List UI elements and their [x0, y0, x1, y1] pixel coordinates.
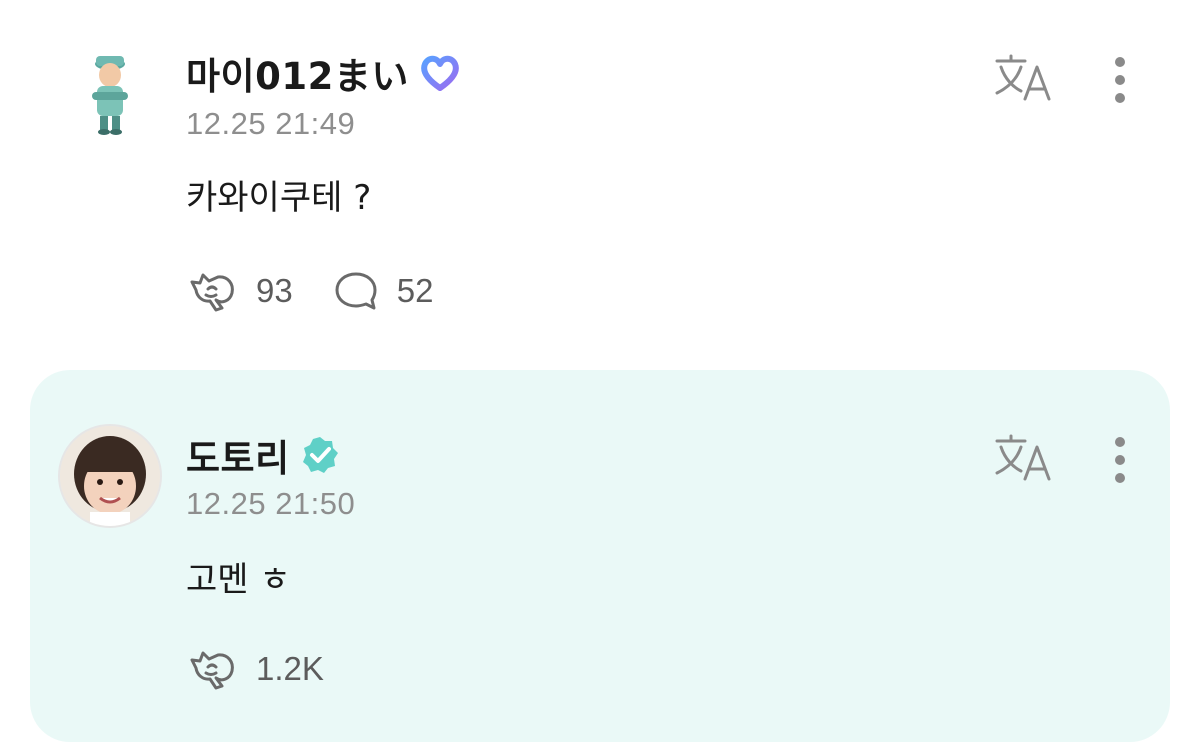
reply-author-name[interactable]: 도토리	[186, 428, 290, 482]
reply-more-button[interactable]	[1104, 434, 1136, 486]
comment-bubble-icon	[335, 272, 377, 310]
post-body: 카와이쿠테 ?	[186, 178, 372, 218]
post-author-name[interactable]: 마이012まい	[186, 46, 409, 100]
reply-reaction-count: 1.2K	[256, 650, 324, 687]
post-comment-button[interactable]: 52	[333, 270, 434, 312]
post-react-button[interactable]: 93	[188, 270, 293, 312]
reaction-hand-icon	[190, 273, 234, 312]
reply-react-button[interactable]: 1.2K	[188, 648, 324, 690]
avatar-character-icon	[92, 56, 128, 135]
reply-stats: 1.2K	[188, 648, 364, 690]
reaction-hand-icon	[190, 651, 234, 690]
more-vertical-icon	[1115, 437, 1125, 483]
post-author-avatar[interactable]	[80, 48, 140, 136]
reply-translate-button[interactable]	[990, 432, 1054, 484]
verified-check-badge-icon	[300, 435, 340, 475]
heart-outline-badge-icon	[419, 53, 461, 93]
post-stats: 93 52	[188, 270, 473, 312]
more-vertical-icon	[1115, 57, 1125, 103]
post-timestamp: 12.25 21:49	[186, 106, 356, 141]
translate-icon	[995, 54, 1051, 101]
post-more-button[interactable]	[1104, 54, 1136, 106]
reply-author-avatar[interactable]	[58, 424, 162, 528]
post-translate-button[interactable]	[990, 52, 1054, 104]
reply-timestamp: 12.25 21:50	[186, 486, 356, 521]
translate-icon	[995, 434, 1051, 481]
reply-body: 고멘 ㅎ	[186, 560, 291, 600]
avatar-child-photo-icon	[60, 426, 160, 526]
post: 마이012まい 12.25 21:49 카와이쿠테 ? 93 52	[0, 0, 1200, 350]
post-comment-count: 52	[396, 272, 434, 309]
reply-author-row: 도토리	[186, 428, 340, 482]
post-author-row: 마이012まい	[186, 46, 461, 100]
post-reaction-count: 93	[256, 272, 293, 309]
